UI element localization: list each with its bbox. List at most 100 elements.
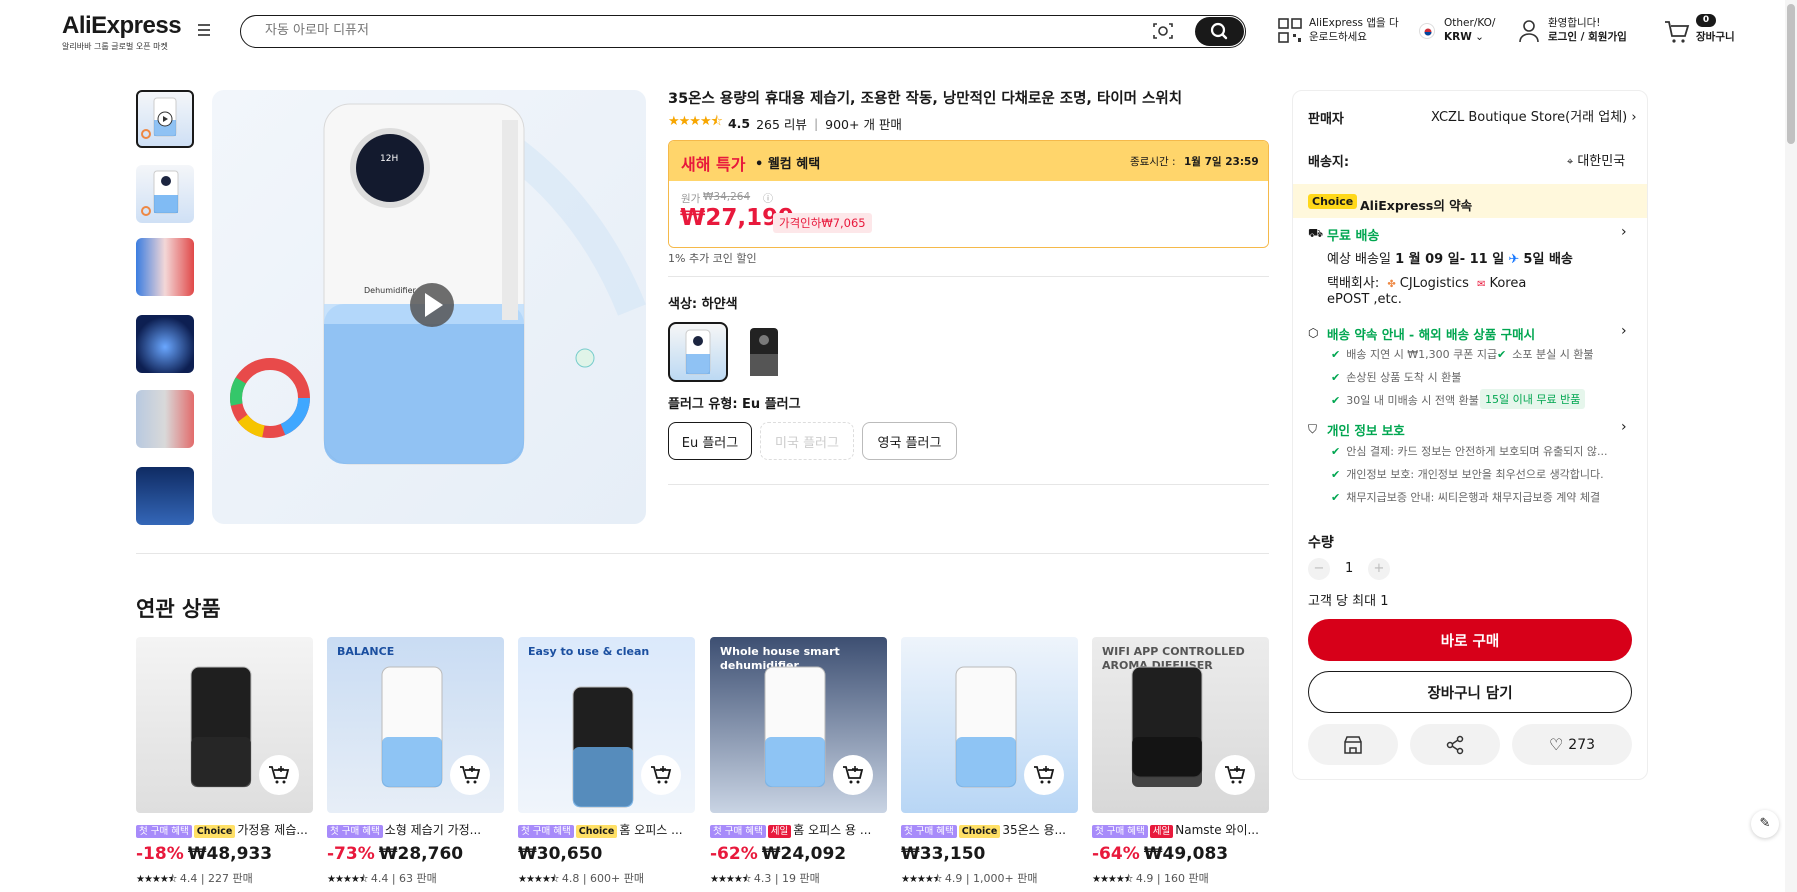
- store-button[interactable]: [1308, 724, 1398, 765]
- menu-icon[interactable]: [198, 24, 214, 38]
- thumbnail-5[interactable]: [136, 390, 194, 448]
- cart-label[interactable]: 장바구니: [1696, 30, 1735, 44]
- product-image[interactable]: WIFI APP CONTROLLED AROMA DIFFUSER: [1092, 637, 1269, 813]
- color-option-black[interactable]: [736, 322, 792, 382]
- product-rating: 4.4: [370, 872, 389, 885]
- product-price-row: -18% ₩48,933: [136, 844, 313, 864]
- cart-icon[interactable]: [1664, 20, 1690, 48]
- related-product-card[interactable]: 첫 구매 혜택 Choice 가정용 제습... -18% ₩48,933 ★★★★⯪…: [136, 637, 313, 889]
- seller-link[interactable]: XCZL Boutique Store(거래 업체) ›: [1431, 106, 1637, 125]
- buy-now-button[interactable]: 바로 구매: [1308, 619, 1632, 661]
- download-app-link[interactable]: AliExpress 앱을 다 운로드하세요: [1309, 16, 1399, 44]
- qr-code-icon[interactable]: [1278, 18, 1302, 48]
- search-button[interactable]: [1195, 17, 1244, 46]
- chevron-right-icon[interactable]: ›: [1621, 419, 1627, 435]
- korea-flag-icon: [1419, 23, 1435, 39]
- product-rating-row: ★★★★⯪ 4.9 | 1,000+ 판매: [901, 872, 1038, 885]
- product-sold: 160 판매: [1164, 872, 1209, 885]
- chevron-right-icon[interactable]: ›: [1621, 323, 1627, 339]
- add-to-cart-icon[interactable]: [1215, 755, 1255, 795]
- thumbnail-1[interactable]: [136, 90, 194, 148]
- ship-to-selector[interactable]: ⌖ 대한민국: [1567, 150, 1625, 169]
- product-sold: 227 판매: [208, 872, 253, 885]
- product-image[interactable]: [901, 637, 1078, 813]
- product-name-row[interactable]: 첫 구매 혜택 세일 Namste 와이...: [1092, 821, 1269, 838]
- airplane-icon: ✈: [1508, 252, 1520, 267]
- related-product-card[interactable]: 첫 구매 혜택 Choice 35온스 용... ₩33,150 ★★★★⯪ 4.9…: [901, 637, 1078, 889]
- rating-stars-icon: ★★★★⯪: [136, 874, 177, 885]
- info-icon[interactable]: ⓘ: [763, 190, 773, 205]
- cart-count-badge: 0: [1696, 14, 1716, 27]
- quantity-value[interactable]: 1: [1345, 561, 1353, 576]
- thumbnail-2[interactable]: [136, 165, 194, 223]
- product-name-row[interactable]: 첫 구매 혜택 Choice 홈 오피스 ...: [518, 821, 695, 838]
- share-button[interactable]: [1410, 724, 1500, 765]
- quantity-increase-button[interactable]: +: [1368, 558, 1390, 580]
- edit-icon[interactable]: ✎: [1751, 810, 1779, 838]
- plug-option-uk[interactable]: 영국 플러그: [862, 422, 957, 460]
- locale-selector[interactable]: Other/KO/ KRW ⌄: [1444, 16, 1495, 44]
- chevron-right-icon[interactable]: ›: [1621, 224, 1627, 240]
- product-price: ₩48,933: [187, 844, 273, 864]
- delivery-promise-title[interactable]: 배송 약속 안내 - 해외 배송 상품 구매시: [1327, 324, 1535, 343]
- plug-option-eu[interactable]: Eu 플러그: [668, 422, 752, 460]
- rating-stars-icon: ★★★★⯪: [518, 874, 559, 885]
- add-to-cart-icon[interactable]: [450, 755, 490, 795]
- original-price: ₩34,264: [703, 191, 751, 203]
- image-brand-text: Dehumidifier: [364, 286, 416, 295]
- product-price-row: ₩30,650: [518, 844, 695, 864]
- store-icon: [1344, 735, 1362, 754]
- product-image[interactable]: [136, 637, 313, 813]
- product-sold: 1,000+ 판매: [973, 872, 1038, 885]
- end-time: 1월 7일 23:59: [1184, 156, 1259, 168]
- product-image[interactable]: BALANCE: [327, 637, 504, 813]
- thumbnail-3[interactable]: [136, 238, 194, 296]
- add-to-cart-icon[interactable]: [833, 755, 873, 795]
- related-product-card[interactable]: Whole house smart dehumidifier 첫 구매 혜택 세일…: [710, 637, 887, 889]
- reviews-link[interactable]: 265 리뷰: [756, 114, 807, 133]
- rating-stars-icon: ★★★★⯪: [1092, 874, 1133, 885]
- thumbnail-4[interactable]: [136, 315, 194, 373]
- product-image[interactable]: Whole house smart dehumidifier: [710, 637, 887, 813]
- product-image[interactable]: Easy to use & clean: [518, 637, 695, 813]
- quantity-decrease-button[interactable]: −: [1308, 558, 1330, 580]
- plug-option-us[interactable]: 미국 플러그: [760, 422, 854, 460]
- product-rating-row: ★★★★⯪ 4.3 | 19 판매: [710, 872, 820, 885]
- wishlist-button[interactable]: ♡ 273: [1512, 724, 1632, 765]
- product-name-row[interactable]: 첫 구매 혜택 Choice 35온스 용...: [901, 821, 1078, 838]
- search-input[interactable]: [265, 23, 1065, 38]
- section-divider: [136, 553, 1269, 554]
- product-name-row[interactable]: 첫 구매 혜택 세일 홈 오피스 용 ...: [710, 821, 887, 838]
- product-name: 35온스 용...: [1002, 823, 1066, 837]
- product-name: 홈 오피스 용 ...: [793, 823, 872, 837]
- product-name-row[interactable]: 첫 구매 혜택 소형 제습기 가정...: [327, 821, 504, 838]
- product-badge: 첫 구매 혜택: [327, 825, 383, 838]
- color-option-white[interactable]: [668, 322, 728, 382]
- add-to-cart-icon[interactable]: [1024, 755, 1064, 795]
- heart-icon: ♡: [1548, 735, 1564, 754]
- promo-banner: 새해 특가 • 웰컴 혜택 종료시간 : 1월 7일 23:59 원가 ₩34,…: [668, 140, 1269, 248]
- privacy-item: ✔ 안심 결제: 카드 정보는 안전하게 보호되며 유출되지 않...: [1331, 445, 1608, 458]
- product-rating: 4.8: [561, 872, 580, 885]
- account-link[interactable]: 환영합니다! 로그인 / 회원가입: [1548, 16, 1627, 44]
- display-text: 12H: [380, 154, 399, 164]
- user-icon[interactable]: [1518, 19, 1540, 47]
- scrollbar-thumb[interactable]: [1787, 4, 1795, 144]
- image-search-icon[interactable]: [1152, 21, 1174, 41]
- free-shipping[interactable]: 무료 배송: [1327, 225, 1379, 244]
- cj-logo-icon: ✤: [1387, 279, 1396, 290]
- privacy-title[interactable]: 개인 정보 보호: [1327, 420, 1405, 439]
- rating-stars-icon: ★★★★⯪: [668, 114, 723, 129]
- product-name-row[interactable]: 첫 구매 혜택 Choice 가정용 제습...: [136, 821, 313, 838]
- related-product-card[interactable]: BALANCE 첫 구매 혜택 소형 제습기 가정... -73% ₩28,760 …: [327, 637, 504, 889]
- related-product-card[interactable]: WIFI APP CONTROLLED AROMA DIFFUSER 첫 구매 …: [1092, 637, 1269, 889]
- aliexpress-logo[interactable]: AliExpress 알리바바 그룹 글로벌 오픈 마켓: [62, 12, 182, 52]
- add-to-cart-icon[interactable]: [641, 755, 681, 795]
- thumbnail-6[interactable]: [136, 467, 194, 525]
- wishlist-count: 273: [1568, 736, 1596, 753]
- add-to-cart-icon[interactable]: [259, 755, 299, 795]
- related-product-card[interactable]: Easy to use & clean 첫 구매 혜택 Choice 홈 오피스 .…: [518, 637, 695, 889]
- product-badge: Choice: [958, 825, 1001, 838]
- add-to-cart-button[interactable]: 장바구니 담기: [1308, 671, 1632, 713]
- main-product-image[interactable]: 12H Dehumidifier: [212, 90, 646, 524]
